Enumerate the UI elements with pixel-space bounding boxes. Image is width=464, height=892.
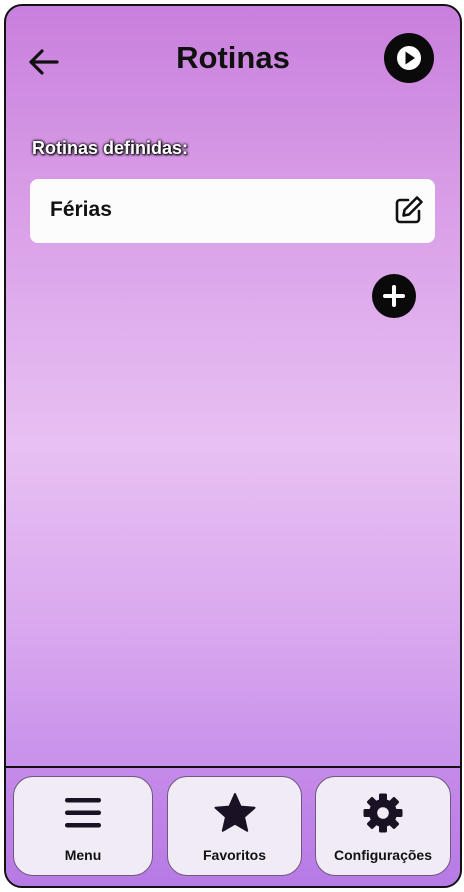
play-button[interactable] <box>384 33 434 83</box>
phone-frame: Rotinas Rotinas definidas: Férias Menu F… <box>4 4 462 888</box>
nav-menu-label: Menu <box>64 847 102 863</box>
bottom-navigation: Menu Favoritos Configurações <box>6 766 460 886</box>
section-label: Rotinas definidas: <box>32 138 189 158</box>
gear-icon <box>362 791 404 835</box>
plus-icon <box>383 285 405 307</box>
app-header: Rotinas <box>6 6 460 116</box>
nav-favoritos-label: Favoritos <box>202 847 266 863</box>
add-routine-button[interactable] <box>372 274 416 318</box>
star-icon <box>213 791 257 835</box>
edit-routine-button[interactable] <box>392 193 426 227</box>
play-icon <box>397 46 421 70</box>
edit-icon <box>395 196 423 224</box>
nav-configuracoes-label: Configurações <box>333 847 432 863</box>
hamburger-menu-icon <box>64 791 102 835</box>
nav-configuracoes-button[interactable]: Configurações <box>315 776 451 876</box>
nav-menu-button[interactable]: Menu <box>13 776 153 876</box>
routine-card[interactable]: Férias <box>30 179 435 243</box>
nav-favoritos-button[interactable]: Favoritos <box>167 776 302 876</box>
routine-name: Férias <box>50 198 112 221</box>
